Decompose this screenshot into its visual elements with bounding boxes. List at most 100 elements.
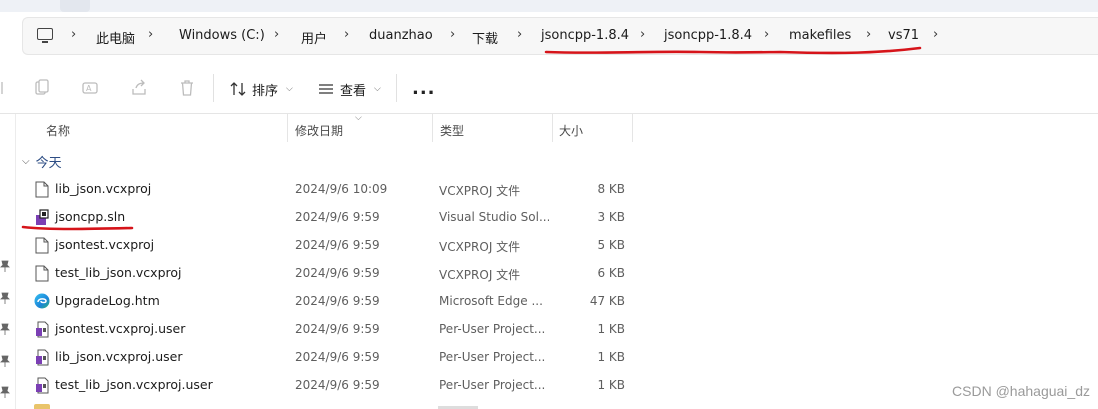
file-size: 5 KB xyxy=(597,238,625,252)
breadcrumb-jsoncpp-1[interactable]: jsoncpp-1.8.4 xyxy=(541,28,629,43)
group-label: 今天 xyxy=(35,156,62,171)
file-size: 8 KB xyxy=(597,182,625,196)
pin-icon[interactable] xyxy=(0,323,10,335)
breadcrumb-jsoncpp-2[interactable]: jsoncpp-1.8.4 xyxy=(664,28,752,43)
address-bar[interactable]: › 此电脑 › Windows (C:) › 用户 › duanzhao › 下… xyxy=(22,17,1098,55)
chevron-right-icon[interactable]: › xyxy=(640,27,645,42)
column-divider[interactable] xyxy=(552,114,553,142)
chevron-right-icon[interactable]: › xyxy=(764,27,769,42)
file-name: jsoncpp.sln xyxy=(55,209,126,224)
chevron-down-icon[interactable]: ⌵ xyxy=(22,156,30,167)
copy-icon[interactable] xyxy=(34,79,50,97)
view-icon xyxy=(319,84,333,94)
file-name: lib_json.vcxproj xyxy=(55,181,152,196)
file-size: 1 KB xyxy=(597,322,625,336)
column-header-type[interactable]: 类型 xyxy=(440,122,464,139)
navigation-pane-edge xyxy=(0,114,16,409)
breadcrumb-makefiles[interactable]: makefiles xyxy=(789,28,851,43)
file-row[interactable]: lib_json.vcxproj.user 2024/9/6 9:59 Per-… xyxy=(28,343,633,371)
document-icon xyxy=(35,181,49,198)
file-type: Per-User Project... xyxy=(439,378,546,392)
chevron-right-icon[interactable]: › xyxy=(274,27,279,42)
file-type: Microsoft Edge ... xyxy=(439,294,543,308)
breadcrumb-downloads[interactable]: 下载 xyxy=(472,28,498,47)
toolbar-divider xyxy=(213,74,214,102)
file-type: Per-User Project... xyxy=(439,350,546,364)
sort-button[interactable]: 排序 ⌵ xyxy=(230,78,293,100)
watermark-text: CSDN @hahaguai_dz xyxy=(952,383,1090,399)
toolbar-divider xyxy=(396,74,397,102)
pin-icon[interactable] xyxy=(0,355,10,367)
file-size: 47 KB xyxy=(589,294,625,308)
chevron-right-icon[interactable]: › xyxy=(450,27,455,42)
pin-icon[interactable] xyxy=(0,386,10,398)
file-type: VCXPROJ 文件 xyxy=(439,240,521,254)
column-divider[interactable] xyxy=(432,114,433,142)
chevron-right-icon[interactable]: › xyxy=(866,27,871,42)
breadcrumb-users[interactable]: 用户 xyxy=(301,28,327,47)
breadcrumb-vs71[interactable]: vs71 xyxy=(888,28,919,43)
file-date: 2024/9/6 9:59 xyxy=(295,238,380,252)
breadcrumb-windows-c[interactable]: Windows (C:) xyxy=(179,28,265,43)
file-name: jsontest.vcxproj.user xyxy=(55,321,186,336)
column-header-date[interactable]: 修改日期 xyxy=(295,122,343,139)
file-size: 3 KB xyxy=(597,210,625,224)
file-row[interactable]: UpgradeLog.htm 2024/9/6 9:59 Microsoft E… xyxy=(28,287,633,315)
document-icon xyxy=(35,237,49,254)
file-date: 2024/9/6 9:59 xyxy=(295,210,380,224)
column-divider[interactable] xyxy=(287,114,288,142)
breadcrumb-this-pc[interactable]: 此电脑 xyxy=(96,28,135,47)
edge-icon xyxy=(34,293,50,309)
file-date: 2024/9/6 9:59 xyxy=(295,294,380,308)
file-date: 2024/9/6 9:59 xyxy=(295,378,380,392)
chevron-right-icon[interactable]: › xyxy=(933,27,938,42)
view-label: 查看 xyxy=(340,83,367,99)
chevron-down-icon: ⌵ xyxy=(374,84,381,94)
file-name: test_lib_json.vcxproj xyxy=(55,265,182,280)
sort-icon xyxy=(230,82,246,96)
column-header-name[interactable]: 名称 xyxy=(46,122,70,139)
file-type: Visual Studio Sol... xyxy=(439,210,549,224)
file-row[interactable]: lib_json.vcxproj 2024/9/6 10:09 VCXPROJ … xyxy=(28,175,633,203)
file-type: Per-User Project... xyxy=(439,322,546,336)
file-row[interactable]: test_lib_json.vcxproj.user 2024/9/6 9:59… xyxy=(28,371,633,399)
file-row[interactable]: test_lib_json.vcxproj 2024/9/6 9:59 VCXP… xyxy=(28,259,633,287)
visual-studio-solution-icon xyxy=(36,209,49,225)
file-name: lib_json.vcxproj.user xyxy=(55,349,183,364)
file-row[interactable]: jsontest.vcxproj.user 2024/9/6 9:59 Per-… xyxy=(28,315,633,343)
pin-icon[interactable] xyxy=(0,292,10,304)
chevron-right-icon[interactable]: › xyxy=(344,27,349,42)
delete-icon[interactable] xyxy=(179,79,195,97)
file-name: jsontest.vcxproj xyxy=(55,237,155,252)
chevron-right-icon[interactable]: › xyxy=(517,27,522,42)
tab-stub[interactable] xyxy=(60,0,90,12)
vs-project-user-icon xyxy=(36,377,49,394)
share-icon[interactable] xyxy=(131,79,147,97)
file-date: 2024/9/6 9:59 xyxy=(295,266,380,280)
file-row[interactable]: jsoncpp.sln 2024/9/6 9:59 Visual Studio … xyxy=(28,203,633,231)
column-header-size[interactable]: 大小 xyxy=(559,122,583,139)
file-row[interactable]: jsontest.vcxproj 2024/9/6 9:59 VCXPROJ 文… xyxy=(28,231,633,259)
file-size: 1 KB xyxy=(597,350,625,364)
vs-project-user-icon xyxy=(36,321,49,338)
breadcrumb-duanzhao[interactable]: duanzhao xyxy=(369,28,433,43)
more-options-button[interactable]: ... xyxy=(412,78,436,99)
computer-icon[interactable] xyxy=(37,28,53,43)
file-size: 6 KB xyxy=(597,266,625,280)
rename-icon[interactable]: A xyxy=(82,79,98,97)
file-type: VCXPROJ 文件 xyxy=(439,184,521,198)
group-header-today[interactable]: ⌵ 今天 xyxy=(22,152,62,171)
file-size: 1 KB xyxy=(597,378,625,392)
chevron-down-icon: ⌵ xyxy=(286,84,293,94)
pin-icon[interactable] xyxy=(0,260,10,272)
column-divider[interactable] xyxy=(632,114,633,142)
file-type: VCXPROJ 文件 xyxy=(439,268,521,282)
file-date: 2024/9/6 9:59 xyxy=(295,322,380,336)
view-button[interactable]: 查看 ⌵ xyxy=(318,78,381,100)
title-strip xyxy=(0,0,1098,12)
chevron-right-icon[interactable]: › xyxy=(148,27,153,42)
cut-icon[interactable] xyxy=(0,79,16,97)
file-date: 2024/9/6 9:59 xyxy=(295,350,380,364)
chevron-right-icon[interactable]: › xyxy=(71,27,76,42)
folder-icon xyxy=(34,404,50,409)
